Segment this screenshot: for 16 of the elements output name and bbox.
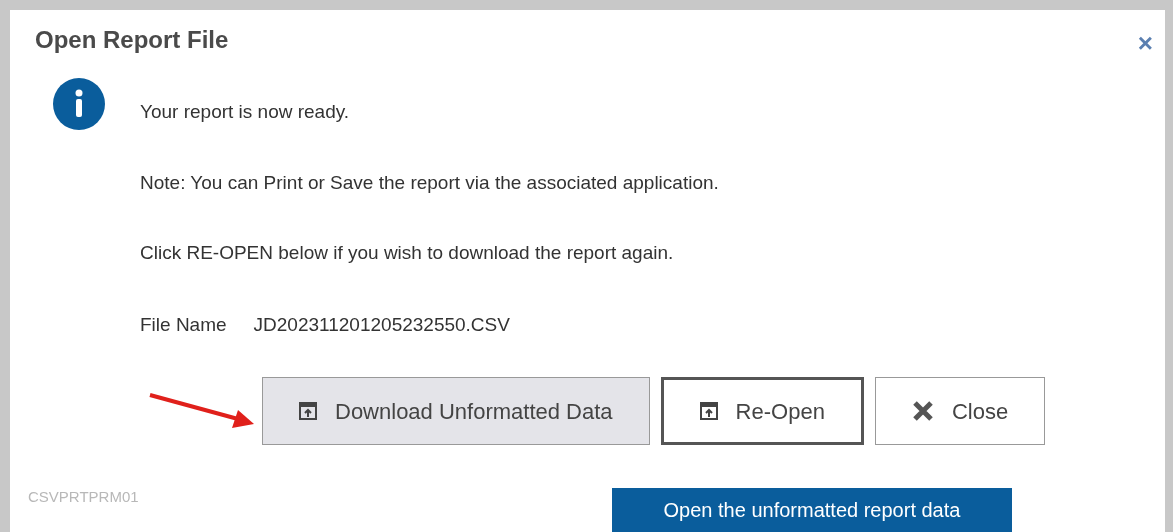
dialog-button[interactable]: Download Unformatted Data [262, 377, 650, 445]
message-text: Click RE-OPEN below if you wish to download the report again. [140, 241, 675, 265]
tooltip: Open the unformatted report data [612, 488, 1012, 532]
window-icon [699, 402, 718, 420]
close-icon [911, 400, 934, 422]
info-icon [53, 78, 105, 130]
file-name-label: File Name [140, 312, 227, 337]
dialog-button[interactable]: Re-Open [660, 377, 864, 445]
message-text: Your report is now ready. [140, 100, 351, 124]
dialog-button[interactable]: Close [874, 377, 1046, 445]
arrow-icon [148, 392, 256, 428]
file-name-value: JD202311201205232550.CSV [253, 312, 510, 337]
window-icon [299, 402, 317, 420]
screen-code: CSVPRTPRM01 [28, 487, 139, 507]
message-text: Note: You can Print or Save the report via the associated application. [140, 170, 719, 195]
dialog-title: Open Report File [35, 25, 229, 55]
